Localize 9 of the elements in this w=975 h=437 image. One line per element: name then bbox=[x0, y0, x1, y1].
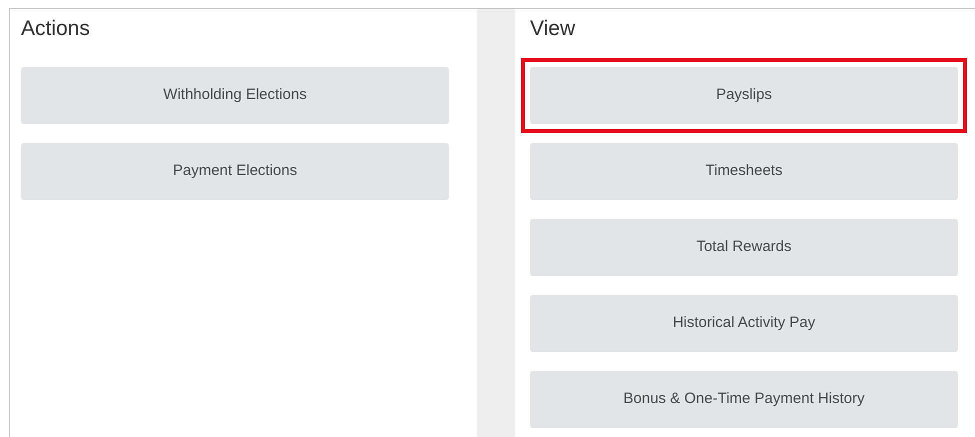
menu-button[interactable]: Total Rewards bbox=[530, 219, 958, 276]
menu-button[interactable]: Withholding Elections bbox=[21, 67, 449, 124]
panel-title: View bbox=[530, 16, 576, 42]
menu-button[interactable]: Payslips bbox=[530, 67, 958, 124]
menu-button[interactable]: Payment Elections bbox=[21, 143, 449, 200]
menu-button[interactable]: Bonus & One-Time Payment History bbox=[530, 371, 958, 428]
menu-button[interactable]: Timesheets bbox=[530, 143, 958, 200]
menu-button[interactable]: Historical Activity Pay bbox=[530, 295, 958, 352]
panel-title: Actions bbox=[21, 16, 91, 42]
